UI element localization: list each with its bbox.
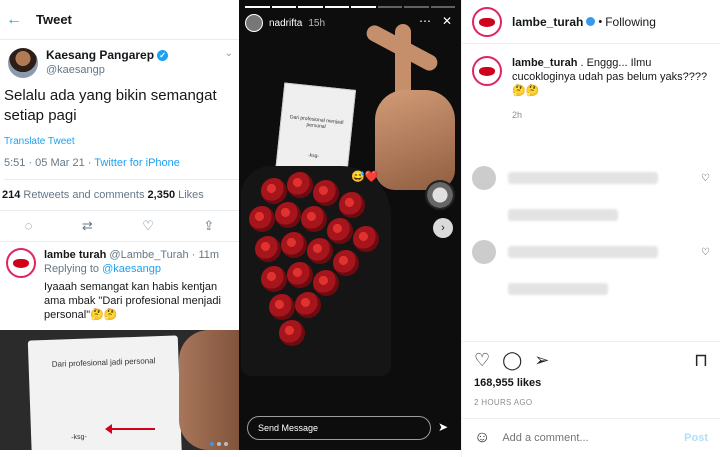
- photo-note-closeup: Dari profesional jadi personal -ksg-: [0, 330, 239, 450]
- like-icon[interactable]: ♡: [142, 218, 154, 234]
- tweet-reply: lambe turah @Lambe_Turah · 11m Replying …: [0, 242, 239, 330]
- heart-icon[interactable]: ♡: [474, 350, 490, 371]
- hand-image: [179, 330, 239, 450]
- blurred-comment: [508, 246, 658, 258]
- story-note-signature: -ksg-: [307, 152, 320, 160]
- post-button[interactable]: Post: [684, 432, 708, 444]
- verified-badge-icon: ✓: [157, 50, 169, 61]
- back-arrow-icon[interactable]: ←: [6, 11, 30, 29]
- comment-icon[interactable]: ◯: [502, 350, 522, 371]
- replying-prefix: Replying to: [44, 263, 103, 275]
- add-comment-bar: ☺ Post: [462, 418, 720, 457]
- author-handle: @kaesangp: [46, 64, 105, 76]
- tweet-source-link[interactable]: Twitter for iPhone: [94, 157, 180, 169]
- share-icon[interactable]: ⇪: [203, 218, 214, 234]
- instagram-panel: lambe_turah • Following lambe_turah . En…: [461, 0, 720, 457]
- commenter-avatar[interactable]: [472, 240, 496, 264]
- story-header: nadrifta 15h: [245, 14, 325, 32]
- tweet-timestamp: 5:51 · 05 Mar 21 ·: [4, 157, 95, 169]
- comment-item: ♡: [462, 158, 720, 198]
- ig-caption: lambe_turah . Enggg... Ilmu cucokloginya…: [462, 44, 720, 122]
- separator-dot: •: [598, 15, 603, 28]
- note-card-title: Dari profesional jadi personal: [51, 356, 156, 369]
- story-note-title: Dari profesional menjadi personal: [289, 114, 344, 131]
- story-username[interactable]: nadrifta: [269, 18, 302, 29]
- retweet-icon[interactable]: ⇄: [82, 218, 93, 234]
- comment-item: [462, 272, 720, 306]
- note-card-signature: -ksg-: [71, 433, 87, 442]
- story-avatar[interactable]: [245, 14, 263, 32]
- ig-post-header: lambe_turah • Following: [462, 0, 720, 44]
- chevron-down-icon[interactable]: ⌄: [225, 48, 233, 59]
- tweet-meta: 5:51 · 05 Mar 21 · Twitter for iPhone: [4, 157, 239, 180]
- tweet-panel: ← Tweet Kaesang Pangarep ✓ @kaesangp ⌄ S…: [0, 0, 239, 330]
- reply-author-handle: @Lambe_Turah · 11m: [109, 249, 220, 261]
- retweets-count[interactable]: 214: [2, 189, 20, 201]
- tweet-stats: 214 Retweets and comments 2,350 Likes: [0, 180, 239, 211]
- story-emoji-sticker: 😅❤️: [351, 171, 379, 183]
- red-arrow-icon: [105, 424, 155, 434]
- replying-to-link[interactable]: @kaesangp: [102, 263, 161, 275]
- tweet-actions: ◌ ⇄ ♡ ⇪: [0, 211, 239, 242]
- tweet-author: Kaesang Pangarep ✓ @kaesangp ⌄: [4, 40, 239, 78]
- likes-label: Likes: [175, 189, 204, 201]
- retweets-label: Retweets and comments: [20, 189, 148, 201]
- add-comment-input[interactable]: [502, 432, 685, 444]
- blurred-comment: [508, 172, 658, 184]
- author-name[interactable]: Kaesang Pangarep: [46, 48, 154, 63]
- divider: [462, 341, 720, 342]
- wristwatch-image: [425, 180, 455, 210]
- ig-username[interactable]: lambe_turah: [512, 15, 583, 29]
- rose-bouquet-image: [241, 166, 391, 376]
- caption-username[interactable]: lambe_turah: [512, 57, 577, 69]
- story-progress-bar: [245, 6, 455, 8]
- likes-count[interactable]: 2,350: [148, 189, 176, 201]
- following-button[interactable]: Following: [605, 15, 656, 29]
- carousel-dots: [210, 442, 228, 446]
- reply-text: Iyaaah semangat kan habis kentjan ama mb…: [44, 281, 221, 321]
- emoji-icon[interactable]: ☺: [474, 429, 490, 447]
- commenter-avatar[interactable]: [472, 166, 496, 190]
- tweet-text: Selalu ada yang bikin semangat setiap pa…: [4, 87, 217, 124]
- comment-item: ♡: [462, 232, 720, 272]
- author-avatar[interactable]: [8, 48, 38, 78]
- send-icon[interactable]: ➤: [438, 420, 448, 434]
- bookmark-icon[interactable]: ⊓: [694, 350, 708, 371]
- blurred-comment: [508, 209, 618, 221]
- comment-like-icon[interactable]: ♡: [701, 173, 710, 184]
- caption-avatar[interactable]: [472, 56, 502, 86]
- translate-tweet-link[interactable]: Translate Tweet: [4, 136, 239, 147]
- likes-count[interactable]: 168,955 likes: [474, 377, 541, 389]
- tweet-header: ← Tweet: [0, 0, 239, 40]
- caption-age: 2h: [512, 110, 523, 120]
- ig-avatar[interactable]: [472, 6, 502, 37]
- blurred-comment: [508, 283, 608, 295]
- comments-list: ♡ ♡: [462, 158, 720, 306]
- comment-item: [462, 198, 720, 232]
- comment-like-icon[interactable]: ♡: [701, 247, 710, 258]
- next-story-icon[interactable]: ›: [433, 218, 453, 238]
- share-icon[interactable]: ➢: [534, 350, 549, 371]
- post-time: 2 HOURS AGO: [474, 398, 533, 407]
- tweet-header-title: Tweet: [36, 12, 72, 27]
- reply-icon[interactable]: ◌: [25, 218, 33, 234]
- ig-action-bar: ♡ ◯ ➢ ⊓: [474, 350, 708, 371]
- story-panel: nadrifta 15h ⋯ ✕ Dari profesional menjad…: [239, 0, 461, 450]
- lambe-turah-avatar[interactable]: [6, 248, 36, 278]
- send-message-input[interactable]: Send Message: [247, 416, 431, 440]
- reply-author-name[interactable]: lambe turah: [44, 249, 106, 261]
- story-time: 15h: [308, 17, 326, 29]
- verified-badge-icon: [586, 17, 596, 26]
